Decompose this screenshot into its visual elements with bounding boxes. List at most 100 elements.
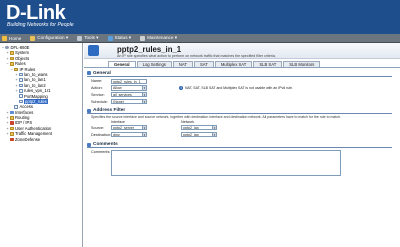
chevron-down-icon: ▾ (142, 133, 146, 138)
doc-icon (18, 78, 23, 82)
ip-rule-icon (88, 45, 99, 56)
chevron-down-icon: ▾ (142, 93, 146, 98)
navigation-tree: − DFL-860E + System + Objects − Rules − IP Rules +… (0, 43, 83, 247)
maintenance-icon (140, 35, 146, 41)
doc-icon (18, 89, 23, 93)
general-heading: General (87, 71, 392, 77)
page-title: pptp2_rules_in_1 (117, 44, 182, 54)
folder-icon (9, 62, 14, 66)
source-label: Source: (91, 125, 105, 130)
general-section: General Name: pptp2_rules_in_1 Action: A… (87, 71, 392, 106)
chevron-down-icon: ▾ (142, 99, 146, 104)
action-select-value: Allow (113, 86, 122, 91)
service-label: Service: (91, 92, 105, 97)
destination-network-select[interactable]: pptp2_lan ▾ (181, 132, 217, 138)
tree-toggle-icon[interactable]: + (6, 131, 10, 136)
source-network-select[interactable]: pptp2_lan ▾ (181, 125, 217, 131)
chevron-down-icon: ▾ (142, 86, 146, 91)
menu-status-label: Status ▾ (114, 35, 132, 40)
section-icon (87, 142, 91, 147)
section-icon (87, 108, 91, 113)
main-content: pptp2_rules_in_1 An IP rule specifies wh… (84, 43, 400, 247)
source-interface-select[interactable]: pptp2_server ▾ (111, 125, 147, 131)
gear-icon (5, 45, 9, 50)
address-filter-section: Address Filter Specifies the source inte… (87, 108, 392, 138)
comments-heading-label: Comments (93, 142, 118, 148)
ipv6-note: NAT, SAT, SLB SAT and Multiplex SAT is n… (185, 86, 293, 91)
chevron-down-icon: ▾ (142, 126, 146, 131)
home-icon (2, 35, 7, 41)
service-select-value: all_services (113, 93, 132, 98)
destination-label: Destination: (91, 132, 112, 137)
menu-configuration-label: Configuration ▾ (37, 35, 69, 40)
folder-icon (9, 126, 14, 131)
menu-home-label: Home (9, 35, 22, 41)
tab-log-settings[interactable]: Log Settings (136, 61, 172, 67)
menu-maintenance[interactable]: Maintenance ▾ (140, 35, 177, 41)
main-menu-bar: Home Configuration ▾ Tools ▾ Status ▾ Ma… (0, 34, 400, 43)
dlink-logo: D-Link (6, 2, 66, 24)
tab-bar: General Log Settings NAT SAT Multiplex S… (84, 61, 400, 68)
destination-interface-value: dmz (113, 133, 120, 138)
menu-home[interactable]: Home (2, 35, 22, 41)
menu-configuration[interactable]: Configuration ▾ (30, 35, 68, 41)
menu-tools-label: Tools ▾ (84, 35, 99, 40)
page-subtitle: An IP rule specifies what action to perf… (117, 53, 276, 58)
network-column-header: Network (181, 120, 195, 125)
doc-icon (18, 72, 23, 77)
logo-tagline: Building Networks for People (7, 22, 74, 28)
info-icon: i (179, 85, 184, 90)
tree-item-label: ZoneDefense (15, 136, 41, 142)
folder-icon (9, 116, 14, 120)
tab-multiplex-sat[interactable]: Multiplex SAT (214, 61, 253, 67)
menu-status[interactable]: Status ▾ (107, 35, 132, 41)
tree-toggle-icon[interactable]: − (6, 61, 10, 66)
doc-icon (18, 94, 23, 98)
schedule-select[interactable]: (None) ▾ (111, 98, 147, 105)
tab-nat[interactable]: NAT (172, 61, 193, 67)
source-network-value: pptp2_lan (183, 126, 199, 131)
folder-icon (14, 67, 18, 71)
address-filter-heading: Address Filter (87, 108, 392, 115)
comments-heading: Comments (87, 142, 392, 149)
chevron-down-icon: ▾ (212, 133, 216, 138)
shield-icon (9, 121, 14, 125)
configuration-icon (30, 35, 36, 41)
section-icon (87, 71, 91, 75)
menu-tools[interactable]: Tools ▾ (77, 35, 99, 41)
doc-icon (18, 99, 23, 104)
name-field[interactable]: pptp2_rules_in_1 (111, 78, 147, 84)
tools-icon (77, 35, 83, 41)
tab-slb-monitors[interactable]: SLB Monitors (283, 61, 321, 67)
comments-label: Comments: (91, 150, 111, 155)
service-select[interactable]: all_services ▾ (111, 92, 147, 98)
action-select[interactable]: Allow ▾ (111, 85, 147, 91)
tab-general[interactable]: General (108, 61, 136, 67)
net-icon (9, 110, 14, 115)
general-heading-label: General (93, 70, 111, 76)
folder-icon (9, 56, 14, 61)
schedule-label: Schedule: (91, 99, 108, 104)
page-title-bar: pptp2_rules_in_1 An IP rule specifies wh… (84, 43, 400, 59)
doc-icon (14, 105, 18, 109)
shield-icon (9, 137, 14, 142)
chevron-down-icon: ▾ (212, 126, 216, 131)
tree-toggle-icon[interactable]: + (15, 88, 19, 93)
doc-icon (18, 83, 23, 88)
comments-textarea[interactable] (111, 149, 341, 176)
interface-column-header: Interface (111, 120, 125, 125)
tab-slb-sat[interactable]: SLB SAT (253, 61, 283, 67)
source-interface-value: pptp2_server (113, 126, 134, 131)
tab-sat[interactable]: SAT (193, 61, 214, 67)
address-filter-heading-label: Address Filter (93, 108, 126, 114)
status-icon (107, 35, 113, 41)
folder-icon (9, 132, 14, 136)
destination-interface-select[interactable]: dmz ▾ (111, 132, 147, 138)
address-filter-description: Specifies the source interface and sourc… (91, 115, 341, 120)
header-banner: D-Link Building Networks for People (0, 0, 400, 34)
destination-network-value: pptp2_lan (183, 133, 199, 138)
menu-maintenance-label: Maintenance ▾ (147, 35, 177, 40)
name-label: Name: (91, 79, 103, 84)
tree-item-zonedefense[interactable]: ZoneDefense (0, 137, 82, 142)
comments-section: Comments Comments: (87, 142, 392, 179)
